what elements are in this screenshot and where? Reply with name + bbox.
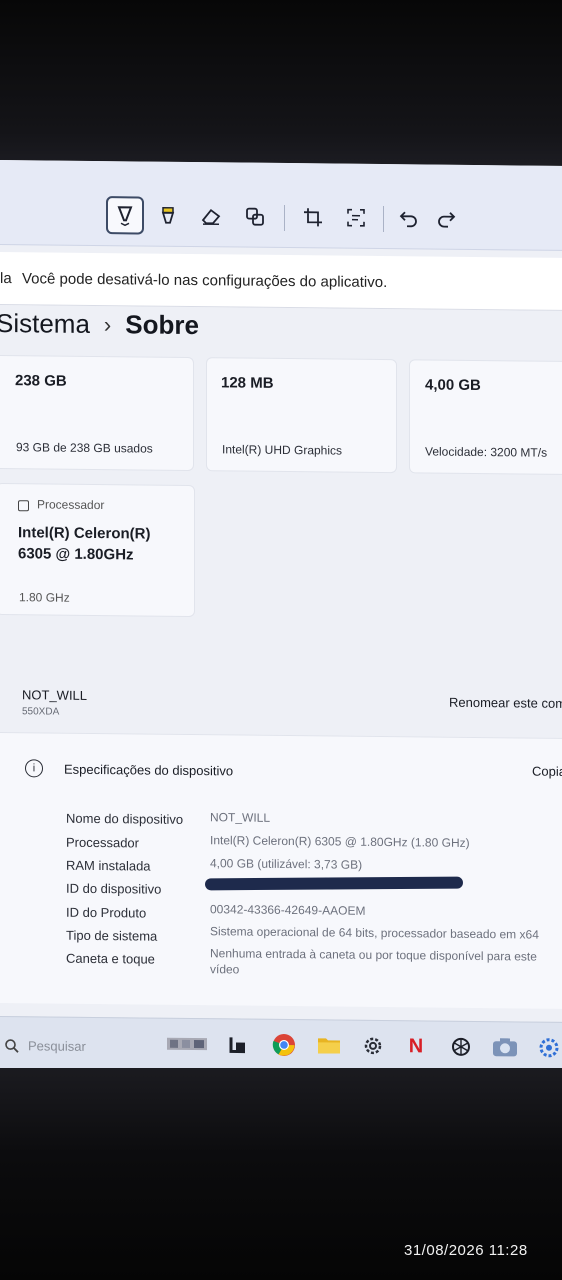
task-view-icon[interactable]: [224, 1030, 252, 1058]
device-name: NOT_WILL: [22, 687, 88, 703]
ram-detail: Velocidade: 3200 MT/s: [425, 444, 548, 460]
storage-card[interactable]: 238 GB 93 GB de 238 GB usados: [0, 354, 194, 472]
spec-label: Tipo de sistema: [66, 927, 158, 944]
notice-text: Você pode desativá-lo nas configurações …: [22, 269, 388, 291]
redaction-mark: [204, 876, 464, 891]
processor-label: Processador: [37, 497, 105, 513]
graphics-value: 128 MB: [221, 374, 274, 392]
netflix-icon[interactable]: N: [402, 1032, 430, 1060]
specs-title: Especificações do dispositivo: [64, 761, 234, 779]
search-icon[interactable]: [4, 1038, 20, 1057]
spec-label: ID do dispositivo: [66, 880, 162, 897]
crop-icon[interactable]: [295, 199, 331, 235]
ram-value: 4,00 GB: [425, 376, 481, 395]
undo-icon[interactable]: [390, 200, 426, 236]
camera-icon[interactable]: [491, 1033, 519, 1061]
device-model: 550XDA: [22, 706, 60, 718]
toolbar-divider: [284, 204, 285, 231]
processor-card[interactable]: Processador Intel(R) Celeron(R) 6305 @ 1…: [0, 482, 195, 618]
spec-label: ID do Produto: [66, 904, 147, 921]
shapes-icon[interactable]: [237, 198, 273, 234]
file-explorer-icon[interactable]: [315, 1031, 343, 1059]
page-title: Sobre: [125, 309, 199, 341]
graphics-card[interactable]: 128 MB Intel(R) UHD Graphics: [206, 357, 397, 474]
spec-value: NOT_WILL: [210, 810, 271, 825]
graphics-detail: Intel(R) UHD Graphics: [222, 442, 343, 458]
spec-label: RAM instalada: [66, 857, 151, 874]
spec-label: Nome do dispositivo: [66, 810, 184, 827]
breadcrumb-parent[interactable]: Sistema: [0, 308, 90, 340]
chatgpt-icon[interactable]: [447, 1033, 475, 1061]
spec-value: 00342-43366-42649-AAOEM: [210, 902, 366, 918]
settings-app-icon[interactable]: [535, 1034, 562, 1062]
toolbar-divider: [383, 206, 384, 233]
pen-tool-icon[interactable]: [106, 196, 144, 235]
storage-value: 238 GB: [15, 372, 67, 390]
spec-label: Caneta e toque: [66, 950, 155, 967]
processor-value-line1: Intel(R) Celeron(R): [18, 524, 151, 543]
notice-prefix: la: [0, 269, 12, 287]
ram-card[interactable]: 4,00 GB Velocidade: 3200 MT/s: [409, 359, 562, 475]
processor-icon: [18, 500, 29, 512]
notification-bar: la Você pode desativá-lo nas configuraçõ…: [0, 252, 562, 311]
text-extract-icon[interactable]: [338, 200, 374, 236]
taskbar-search[interactable]: Pesquisar: [28, 1038, 86, 1054]
photo-timestamp: 31/08/2026 11:28: [404, 1242, 528, 1259]
eraser-icon[interactable]: [193, 198, 229, 234]
spec-value: 4,00 GB (utilizável: 3,73 GB): [210, 856, 363, 872]
spec-value-continued: vídeo: [210, 962, 240, 977]
spec-label: Processador: [66, 834, 139, 851]
info-icon: i: [25, 759, 43, 778]
screen: la Você pode desativá-lo nas configuraçõ…: [0, 160, 562, 1078]
storage-detail: 93 GB de 238 GB usados: [16, 440, 153, 456]
widgets-icon[interactable]: [166, 1030, 208, 1058]
settings-gear-icon[interactable]: [359, 1032, 387, 1060]
redo-icon[interactable]: [429, 200, 465, 236]
processor-detail: 1.80 GHz: [19, 590, 70, 605]
highlighter-icon[interactable]: [150, 198, 186, 234]
spec-value: Intel(R) Celeron(R) 6305 @ 1.80GHz (1.80…: [210, 833, 470, 850]
ink-toolbar: [0, 160, 562, 251]
chevron-right-icon: ›: [103, 311, 112, 337]
breadcrumb: Sistema › Sobre: [0, 308, 199, 341]
copy-button[interactable]: Copia: [532, 764, 562, 779]
monitor-bezel-top: [0, 0, 562, 165]
processor-value-line2: 6305 @ 1.80GHz: [18, 545, 134, 564]
rename-button[interactable]: Renomear este com: [449, 695, 562, 711]
chrome-icon[interactable]: [270, 1031, 298, 1059]
